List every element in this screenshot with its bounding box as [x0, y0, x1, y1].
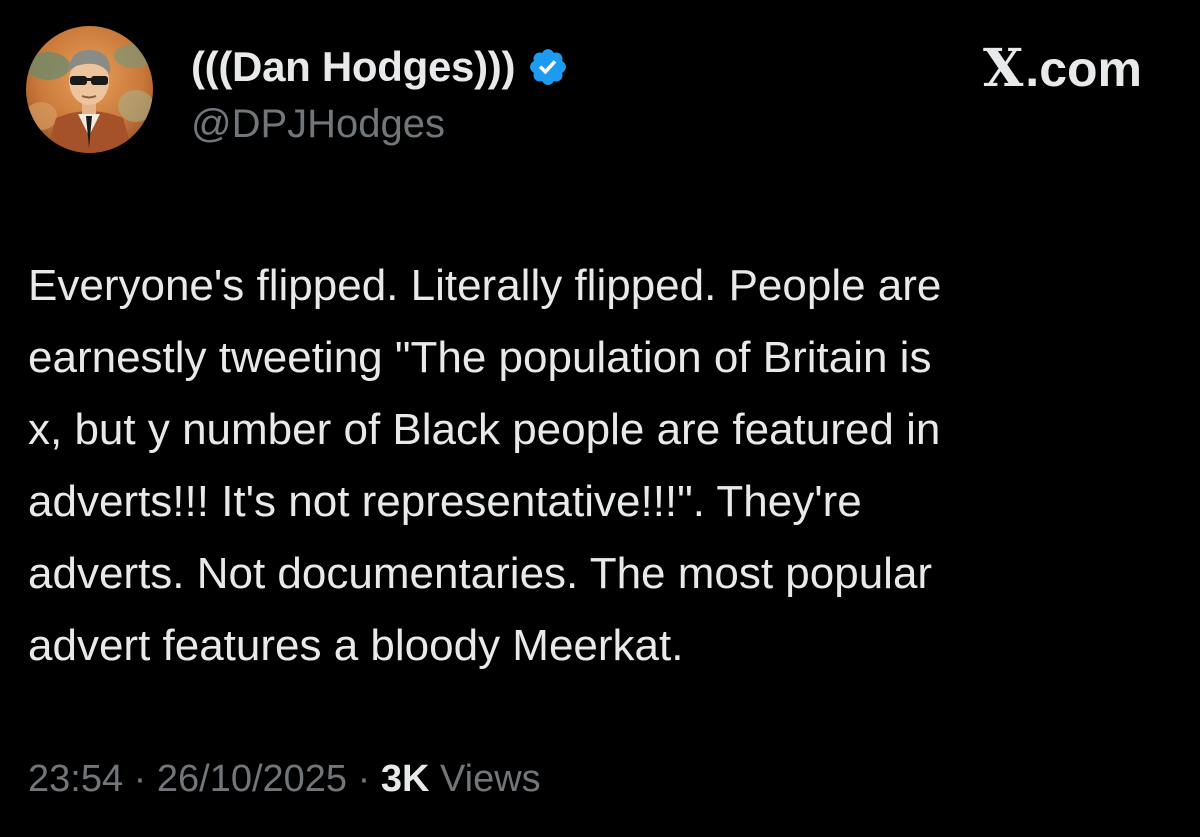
- tweet-text-line: earnestly tweeting "The population of Br…: [28, 333, 932, 382]
- site-domain-suffix: .com: [1025, 40, 1142, 97]
- tweet-text-line: Everyone's flipped. Literally flipped. P…: [28, 261, 942, 310]
- meta-separator: ·: [347, 758, 381, 800]
- avatar-illustration: [26, 26, 153, 153]
- tweet-meta: 23:54 · 26/10/2025 · 3K Views: [28, 758, 541, 801]
- author-name-row[interactable]: (((Dan Hodges))): [191, 40, 569, 94]
- meta-separator: ·: [123, 758, 157, 800]
- author-handle[interactable]: @DPJHodges: [191, 102, 445, 147]
- tweet-text-line: adverts. Not documentaries. The most pop…: [28, 549, 933, 598]
- x-logo-icon: X: [982, 38, 1024, 99]
- tweet-card: (((Dan Hodges))) @DPJHodges X .com Everyo…: [0, 0, 1200, 837]
- tweet-text-line: x, but y number of Black people are feat…: [28, 405, 941, 454]
- tweet-text: Everyone's flipped. Literally flipped. P…: [28, 250, 1178, 682]
- author-display-name[interactable]: (((Dan Hodges))): [191, 43, 515, 91]
- tweet-text-line: advert features a bloody Meerkat.: [28, 621, 684, 670]
- views-label: Views: [429, 758, 541, 800]
- views-count[interactable]: 3K: [381, 758, 430, 800]
- verified-badge-icon: [527, 46, 569, 88]
- tweet-date[interactable]: 26/10/2025: [157, 758, 347, 800]
- tweet-time[interactable]: 23:54: [28, 758, 123, 800]
- tweet-text-line: adverts!!! It's not representative!!!". …: [28, 477, 862, 526]
- avatar[interactable]: [26, 26, 153, 153]
- x-logo: X .com: [983, 38, 1142, 99]
